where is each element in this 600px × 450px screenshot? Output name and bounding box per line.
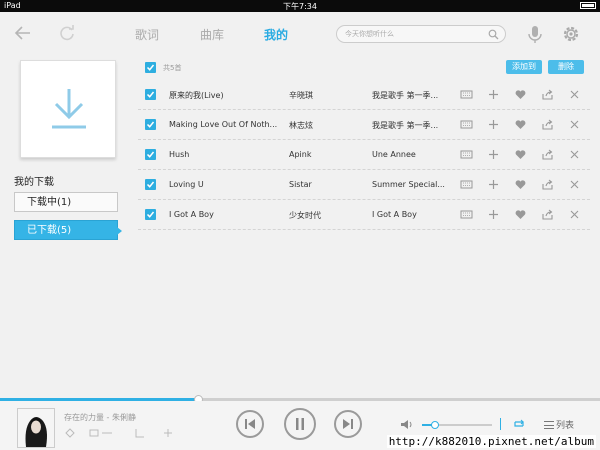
tab-mine[interactable]: 我的 [264,26,288,43]
song-artist[interactable]: 林志炫 [289,120,369,131]
add-to-button[interactable]: 添加到 [506,60,542,74]
song-title[interactable]: Loving U [169,180,287,189]
battery-icon [577,1,596,10]
share-icon[interactable] [541,208,554,221]
volume-slider[interactable] [422,421,492,429]
song-artist[interactable]: 少女时代 [289,210,369,221]
close-icon[interactable] [568,208,581,221]
tab-lyrics[interactable]: 歌词 [135,26,159,43]
volume-slider-handle[interactable] [430,421,439,429]
song-album[interactable]: I Got A Boy [372,210,452,219]
heart-icon[interactable] [514,88,527,101]
close-icon[interactable] [568,118,581,131]
list-icon [544,421,554,429]
song-title[interactable]: Making Love Out Of Noth... [169,120,287,129]
share-icon[interactable] [541,118,554,131]
row-checkbox[interactable] [145,149,156,160]
volume-max-marker [500,418,504,430]
add-icon[interactable] [487,208,500,221]
song-artist[interactable]: Apink [289,150,369,159]
search-icon[interactable] [488,29,499,40]
list-header: 共5首 添加到 删除 [138,58,590,78]
watermark-url: http://k882010.pixnet.net/album [386,435,596,448]
playlist-button[interactable]: 列表 [544,418,574,431]
gear-icon[interactable] [560,23,582,45]
heart-icon[interactable] [514,118,527,131]
refresh-icon[interactable] [56,22,78,44]
downloading-button[interactable]: 下载中(1) [14,192,118,212]
tab-library[interactable]: 曲库 [200,26,224,43]
song-artist[interactable]: 辛晓琪 [289,90,369,101]
download-icon [49,87,89,131]
my-downloads-title: 我的下载 [14,177,54,188]
mv-icon[interactable] [460,148,473,161]
delete-button[interactable]: 删除 [548,60,584,74]
add-icon[interactable] [487,148,500,161]
table-row[interactable]: Making Love Out Of Noth... 林志炫 我是歌手 第一季.… [138,110,590,140]
top-navigation: 歌词 曲库 我的 [0,12,600,54]
repeat-icon[interactable] [512,418,526,430]
close-icon[interactable] [568,148,581,161]
download-album-cover [20,60,116,158]
row-checkbox[interactable] [145,119,156,130]
table-row[interactable]: 原来的我(Live) 辛晓琪 我是歌手 第一季... [138,80,590,110]
row-checkbox[interactable] [145,179,156,190]
row-checkbox[interactable] [145,89,156,100]
song-album[interactable]: 我是歌手 第一季... [372,90,452,101]
playlist-label: 列表 [556,421,575,431]
search-input[interactable] [345,28,485,40]
share-icon[interactable] [541,178,554,191]
now-playing-actions [64,427,194,439]
volume-icon[interactable] [400,419,413,430]
row-checkbox[interactable] [145,209,156,220]
add-icon[interactable] [487,178,500,191]
song-artist[interactable]: Sistar [289,180,369,189]
downloaded-button[interactable]: 已下载(5) [14,220,122,240]
previous-track-button[interactable] [236,410,264,438]
close-icon[interactable] [568,178,581,191]
status-bar: iPad 下午7:34 [0,0,600,12]
search-box[interactable] [336,25,506,43]
mv-icon[interactable] [460,208,473,221]
now-playing-title[interactable]: 存在的力量 - 朱俐静 [64,412,136,423]
song-count: 共5首 [163,64,182,72]
song-title[interactable]: I Got A Boy [169,210,287,219]
select-all-checkbox[interactable] [145,62,156,73]
share-icon[interactable] [541,88,554,101]
microphone-icon[interactable] [524,23,546,45]
song-title[interactable]: 原来的我(Live) [169,90,287,101]
song-album[interactable]: Summer Special... [372,180,452,189]
status-time: 下午7:34 [283,2,317,11]
share-icon[interactable] [541,148,554,161]
next-track-button[interactable] [334,410,362,438]
mv-icon[interactable] [460,88,473,101]
pause-button[interactable] [284,408,316,440]
mv-icon[interactable] [460,118,473,131]
song-title[interactable]: Hush [169,150,287,159]
add-icon[interactable] [487,88,500,101]
table-row[interactable]: Hush Apink Une Annee [138,140,590,170]
song-album[interactable]: Une Annee [372,150,452,159]
close-icon[interactable] [568,88,581,101]
now-playing-cover[interactable] [17,408,55,448]
heart-icon[interactable] [514,178,527,191]
heart-icon[interactable] [514,208,527,221]
back-arrow-icon[interactable] [12,22,34,44]
table-row[interactable]: Loving U Sistar Summer Special... [138,170,590,200]
add-icon[interactable] [487,118,500,131]
table-row[interactable]: I Got A Boy 少女时代 I Got A Boy [138,200,590,230]
mv-icon[interactable] [460,178,473,191]
song-album[interactable]: 我是歌手 第一季... [372,120,452,131]
heart-icon[interactable] [514,148,527,161]
